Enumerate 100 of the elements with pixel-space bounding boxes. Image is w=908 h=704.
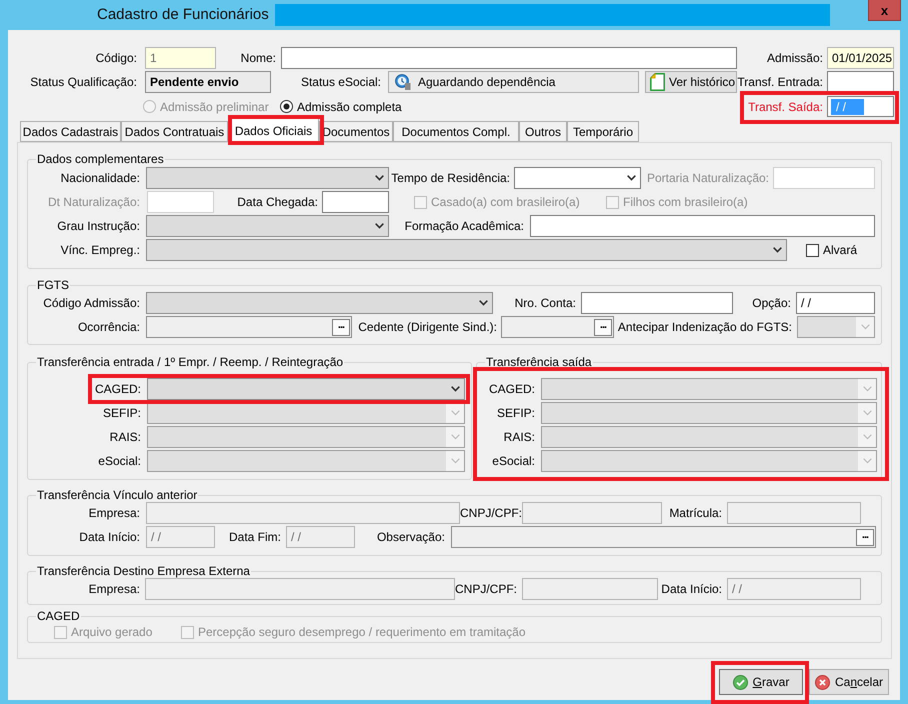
- ellipsis-button[interactable]: ...: [856, 528, 874, 546]
- field-label: Nome:: [240, 51, 276, 65]
- field-label: Empresa:: [88, 582, 140, 596]
- tab[interactable]: Outros: [519, 121, 567, 142]
- group-title: Transferência entrada / 1º Empr. / Reemp. / Reintegração: [36, 355, 344, 369]
- text-field[interactable]: 01/01/2025: [827, 47, 894, 69]
- text-field[interactable]: [145, 578, 455, 600]
- dropdown[interactable]: [146, 167, 389, 189]
- field-label: Nro. Conta:: [514, 296, 576, 310]
- group-title: CAGED: [36, 609, 81, 623]
- field-label: Status eSocial:: [300, 75, 381, 89]
- close-button[interactable]: x: [868, 0, 901, 21]
- field-label: Data Início:: [78, 530, 140, 544]
- text-field[interactable]: [581, 292, 733, 314]
- chevron-down-icon: [450, 458, 460, 464]
- field-label: Opção:: [751, 296, 791, 310]
- tab[interactable]: Documentos: [319, 121, 393, 142]
- text-field[interactable]: / /: [146, 526, 215, 548]
- field-label: Vínc. Empreg.:: [60, 243, 140, 257]
- dropdown[interactable]: [147, 378, 465, 400]
- lookup-field[interactable]: ...: [501, 316, 614, 338]
- field-label: Ocorrência:: [76, 320, 140, 334]
- ellipsis-button[interactable]: ...: [332, 318, 350, 336]
- field-label: Portaria Naturalização:: [646, 171, 769, 185]
- text-field[interactable]: [522, 502, 662, 524]
- radio-button[interactable]: [280, 100, 293, 113]
- chevron-down-icon: [862, 386, 872, 392]
- field-label: Matrícula:: [668, 506, 722, 520]
- chevron-down-icon: [862, 410, 872, 416]
- field-label: RAIS:: [502, 430, 535, 444]
- group-title: Transferência saída: [485, 355, 593, 369]
- tab[interactable]: Temporário: [567, 121, 639, 142]
- dropdown[interactable]: [146, 292, 493, 314]
- cancel-button[interactable]: Cancelar: [809, 669, 889, 695]
- text-field[interactable]: [727, 502, 861, 524]
- field-label: Código Admissão:: [42, 296, 140, 310]
- radio-label[interactable]: Admissão completa: [297, 100, 402, 114]
- dropdown[interactable]: [146, 215, 389, 237]
- field-label: Grau Instrução:: [56, 219, 140, 233]
- chevron-down-icon: [772, 247, 782, 253]
- group-title: FGTS: [36, 278, 70, 292]
- field-label: Status Qualificação:: [29, 75, 137, 89]
- status-text: Aguardando dependência: [418, 75, 556, 89]
- tab[interactable]: Documentos Compl.: [393, 121, 519, 142]
- field-label: Admissão:: [766, 51, 823, 65]
- field-label: Data Chegada:: [236, 195, 318, 209]
- field-label: Formação Acadêmica:: [404, 219, 524, 233]
- checkbox-label[interactable]: Alvará: [823, 243, 858, 257]
- text-field[interactable]: [322, 191, 389, 213]
- field-label: Empresa:: [88, 506, 140, 520]
- cancel-icon: [814, 674, 830, 690]
- text-field[interactable]: [281, 47, 737, 69]
- chevron-down-icon: [478, 300, 488, 306]
- field-label: SEFIP:: [496, 406, 535, 420]
- field-label: CNPJ/CPF:: [455, 582, 517, 596]
- field-label: Data Início:: [660, 582, 722, 596]
- tab[interactable]: Dados Contratuais: [121, 121, 228, 142]
- field-label: SEFIP:: [102, 406, 141, 420]
- field-label: eSocial:: [97, 454, 141, 468]
- clock-icon: [395, 74, 411, 90]
- window-title: Cadastro de Funcionários: [97, 5, 269, 25]
- ellipsis-button[interactable]: ...: [594, 318, 612, 336]
- field-label: CAGED:: [94, 382, 141, 396]
- field-label: Data Fim:: [228, 530, 281, 544]
- field-label: eSocial:: [491, 454, 535, 468]
- text-field[interactable]: / /: [796, 292, 875, 314]
- history-button[interactable]: Ver histórico: [645, 71, 737, 93]
- field-label: CAGED:: [488, 382, 535, 396]
- chevron-down-icon: [862, 458, 872, 464]
- chevron-down-icon: [450, 386, 460, 392]
- field-label: Tempo de Residência:: [390, 171, 510, 185]
- field-label: Cedente (Dirigente Sind.):: [357, 320, 497, 334]
- group-title: Transferência Vínculo anterior: [36, 488, 198, 502]
- text-field[interactable]: [522, 578, 658, 600]
- text-field[interactable]: [530, 215, 875, 237]
- text-field[interactable]: / /: [727, 578, 861, 600]
- dropdown[interactable]: [514, 167, 641, 189]
- status-field: Pendente envio: [145, 71, 271, 93]
- checkbox[interactable]: [806, 244, 819, 256]
- field-label: Código:: [94, 51, 137, 65]
- field-label: Antecipar Indenização do FGTS:: [616, 320, 792, 334]
- chevron-down-icon: [626, 175, 636, 181]
- field-label: Dt Naturalização:: [46, 195, 140, 209]
- tab[interactable]: Dados Cadastrais: [20, 121, 121, 142]
- chevron-down-icon: [862, 434, 872, 440]
- lookup-field[interactable]: ...: [146, 316, 352, 338]
- save-button[interactable]: Gravar: [719, 669, 803, 695]
- text-field[interactable]: [827, 71, 894, 93]
- chevron-down-icon: [450, 434, 460, 440]
- text-field[interactable]: / /: [286, 526, 355, 548]
- dropdown[interactable]: [146, 239, 787, 261]
- field-label: Observação:: [376, 530, 445, 544]
- group-title: Transferência Destino Empresa Externa: [36, 564, 251, 578]
- field-label: Transf. Entrada:: [737, 75, 823, 89]
- text-field[interactable]: [146, 502, 460, 524]
- chevron-down-icon: [860, 324, 870, 330]
- group-title: Dados complementares: [36, 152, 165, 166]
- lookup-field[interactable]: ...: [451, 526, 876, 548]
- document-icon: [650, 73, 665, 91]
- field-label: Transf. Saída:: [747, 100, 823, 114]
